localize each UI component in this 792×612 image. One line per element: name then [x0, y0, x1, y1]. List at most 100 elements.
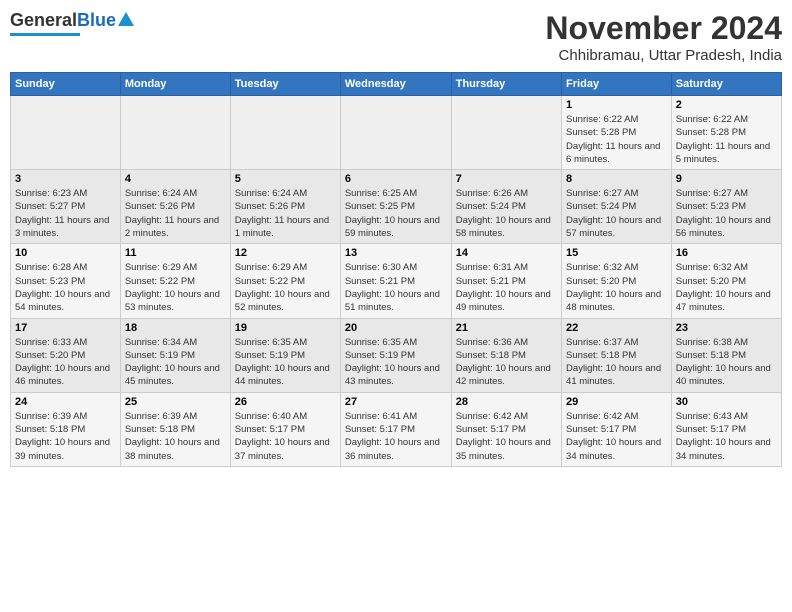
- day-number: 25: [125, 396, 226, 408]
- day-number: 11: [125, 247, 226, 259]
- calendar-cell: 24 Sunrise: 6:39 AM Sunset: 5:18 PM Dayli…: [11, 392, 121, 466]
- day-info: Sunrise: 6:42 AM Sunset: 5:17 PM Dayligh…: [566, 410, 667, 463]
- title-block: November 2024 Chhibramau, Uttar Pradesh,…: [545, 10, 782, 64]
- day-info: Sunrise: 6:39 AM Sunset: 5:18 PM Dayligh…: [125, 410, 226, 463]
- calendar-cell: 2Sunrise: 6:22 AM Sunset: 5:28 PM Daylig…: [671, 96, 781, 170]
- calendar-subtitle: Chhibramau, Uttar Pradesh, India: [545, 47, 782, 64]
- day-info: Sunrise: 6:35 AM Sunset: 5:19 PM Dayligh…: [345, 336, 447, 389]
- day-info: Sunrise: 6:36 AM Sunset: 5:18 PM Dayligh…: [456, 336, 557, 389]
- weekday-header-row: Sunday Monday Tuesday Wednesday Thursday…: [11, 73, 782, 96]
- day-info: Sunrise: 6:32 AM Sunset: 5:20 PM Dayligh…: [676, 261, 777, 314]
- day-number: 18: [125, 322, 226, 334]
- logo-general-text: General: [10, 10, 77, 31]
- calendar-cell: 4 Sunrise: 6:24 AM Sunset: 5:26 PM Daylig…: [120, 170, 230, 244]
- day-info: Sunrise: 6:32 AM Sunset: 5:20 PM Dayligh…: [566, 261, 667, 314]
- day-info: Sunrise: 6:29 AM Sunset: 5:22 PM Dayligh…: [235, 261, 336, 314]
- day-info: Sunrise: 6:26 AM Sunset: 5:24 PM Dayligh…: [456, 187, 557, 240]
- day-number: 2: [676, 99, 777, 111]
- calendar-table: Sunday Monday Tuesday Wednesday Thursday…: [10, 72, 782, 467]
- day-info: Sunrise: 6:25 AM Sunset: 5:25 PM Dayligh…: [345, 187, 447, 240]
- day-number: 23: [676, 322, 777, 334]
- day-number: 10: [15, 247, 116, 259]
- col-monday: Monday: [120, 73, 230, 96]
- day-info: Sunrise: 6:22 AM Sunset: 5:28 PM Dayligh…: [566, 113, 667, 166]
- day-number: 21: [456, 322, 557, 334]
- day-info: Sunrise: 6:41 AM Sunset: 5:17 PM Dayligh…: [345, 410, 447, 463]
- day-info: Sunrise: 6:34 AM Sunset: 5:19 PM Dayligh…: [125, 336, 226, 389]
- logo-line: [10, 33, 80, 36]
- page-header: General Blue November 2024 Chhibramau, U…: [10, 10, 782, 64]
- calendar-cell: 20 Sunrise: 6:35 AM Sunset: 5:19 PM Dayli…: [340, 318, 451, 392]
- calendar-cell: 15 Sunrise: 6:32 AM Sunset: 5:20 PM Dayli…: [562, 244, 672, 318]
- day-info: Sunrise: 6:33 AM Sunset: 5:20 PM Dayligh…: [15, 336, 116, 389]
- calendar-cell: [11, 96, 121, 170]
- day-info: Sunrise: 6:28 AM Sunset: 5:23 PM Dayligh…: [15, 261, 116, 314]
- day-number: 13: [345, 247, 447, 259]
- calendar-cell: 23 Sunrise: 6:38 AM Sunset: 5:18 PM Dayli…: [671, 318, 781, 392]
- day-number: 4: [125, 173, 226, 185]
- calendar-cell: 7 Sunrise: 6:26 AM Sunset: 5:24 PM Daylig…: [451, 170, 561, 244]
- calendar-cell: 18 Sunrise: 6:34 AM Sunset: 5:19 PM Dayli…: [120, 318, 230, 392]
- calendar-header: Sunday Monday Tuesday Wednesday Thursday…: [11, 73, 782, 96]
- day-info: Sunrise: 6:27 AM Sunset: 5:24 PM Dayligh…: [566, 187, 667, 240]
- calendar-cell: 14 Sunrise: 6:31 AM Sunset: 5:21 PM Dayli…: [451, 244, 561, 318]
- day-number: 29: [566, 396, 667, 408]
- day-info: Sunrise: 6:40 AM Sunset: 5:17 PM Dayligh…: [235, 410, 336, 463]
- day-info: Sunrise: 6:38 AM Sunset: 5:18 PM Dayligh…: [676, 336, 777, 389]
- day-info: Sunrise: 6:24 AM Sunset: 5:26 PM Dayligh…: [125, 187, 226, 240]
- day-number: 16: [676, 247, 777, 259]
- day-info: Sunrise: 6:27 AM Sunset: 5:23 PM Dayligh…: [676, 187, 777, 240]
- day-info: Sunrise: 6:30 AM Sunset: 5:21 PM Dayligh…: [345, 261, 447, 314]
- calendar-week-row: 1 Sunrise: 6:22 AM Sunset: 5:28 PM Daylig…: [11, 96, 782, 170]
- day-number: 9: [676, 173, 777, 185]
- calendar-cell: 26 Sunrise: 6:40 AM Sunset: 5:17 PM Dayli…: [230, 392, 340, 466]
- day-info: Sunrise: 6:23 AM Sunset: 5:27 PM Dayligh…: [15, 187, 116, 240]
- col-friday: Friday: [562, 73, 672, 96]
- calendar-cell: 29 Sunrise: 6:42 AM Sunset: 5:17 PM Dayli…: [562, 392, 672, 466]
- col-thursday: Thursday: [451, 73, 561, 96]
- col-saturday: Saturday: [671, 73, 781, 96]
- day-info: Sunrise: 6:31 AM Sunset: 5:21 PM Dayligh…: [456, 261, 557, 314]
- calendar-cell: 17Sunrise: 6:33 AM Sunset: 5:20 PM Dayli…: [11, 318, 121, 392]
- day-number: 15: [566, 247, 667, 259]
- day-info: Sunrise: 6:43 AM Sunset: 5:17 PM Dayligh…: [676, 410, 777, 463]
- day-number: 8: [566, 173, 667, 185]
- day-number: 28: [456, 396, 557, 408]
- calendar-week-row: 17Sunrise: 6:33 AM Sunset: 5:20 PM Dayli…: [11, 318, 782, 392]
- logo-blue-text: Blue: [77, 10, 116, 31]
- day-number: 14: [456, 247, 557, 259]
- day-number: 27: [345, 396, 447, 408]
- calendar-cell: [230, 96, 340, 170]
- calendar-cell: 21 Sunrise: 6:36 AM Sunset: 5:18 PM Dayli…: [451, 318, 561, 392]
- day-number: 7: [456, 173, 557, 185]
- day-number: 1: [566, 99, 667, 111]
- day-number: 5: [235, 173, 336, 185]
- day-number: 6: [345, 173, 447, 185]
- calendar-cell: 30 Sunrise: 6:43 AM Sunset: 5:17 PM Dayli…: [671, 392, 781, 466]
- calendar-week-row: 10 Sunrise: 6:28 AM Sunset: 5:23 PM Dayli…: [11, 244, 782, 318]
- calendar-cell: 9 Sunrise: 6:27 AM Sunset: 5:23 PM Daylig…: [671, 170, 781, 244]
- calendar-cell: 10 Sunrise: 6:28 AM Sunset: 5:23 PM Dayli…: [11, 244, 121, 318]
- day-number: 26: [235, 396, 336, 408]
- col-tuesday: Tuesday: [230, 73, 340, 96]
- logo: General Blue: [10, 10, 134, 36]
- day-number: 30: [676, 396, 777, 408]
- calendar-cell: 25 Sunrise: 6:39 AM Sunset: 5:18 PM Dayli…: [120, 392, 230, 466]
- col-wednesday: Wednesday: [340, 73, 451, 96]
- day-info: Sunrise: 6:35 AM Sunset: 5:19 PM Dayligh…: [235, 336, 336, 389]
- col-sunday: Sunday: [11, 73, 121, 96]
- calendar-body: 1 Sunrise: 6:22 AM Sunset: 5:28 PM Daylig…: [11, 96, 782, 467]
- day-number: 20: [345, 322, 447, 334]
- calendar-cell: 28Sunrise: 6:42 AM Sunset: 5:17 PM Dayli…: [451, 392, 561, 466]
- calendar-cell: 6 Sunrise: 6:25 AM Sunset: 5:25 PM Daylig…: [340, 170, 451, 244]
- calendar-week-row: 24 Sunrise: 6:39 AM Sunset: 5:18 PM Dayli…: [11, 392, 782, 466]
- day-number: 24: [15, 396, 116, 408]
- day-info: Sunrise: 6:37 AM Sunset: 5:18 PM Dayligh…: [566, 336, 667, 389]
- calendar-week-row: 3Sunrise: 6:23 AM Sunset: 5:27 PM Daylig…: [11, 170, 782, 244]
- day-info: Sunrise: 6:39 AM Sunset: 5:18 PM Dayligh…: [15, 410, 116, 463]
- calendar-cell: 11Sunrise: 6:29 AM Sunset: 5:22 PM Dayli…: [120, 244, 230, 318]
- day-number: 12: [235, 247, 336, 259]
- calendar-cell: 27 Sunrise: 6:41 AM Sunset: 5:17 PM Dayli…: [340, 392, 451, 466]
- calendar-cell: [451, 96, 561, 170]
- logo-triangle-icon: [118, 12, 134, 26]
